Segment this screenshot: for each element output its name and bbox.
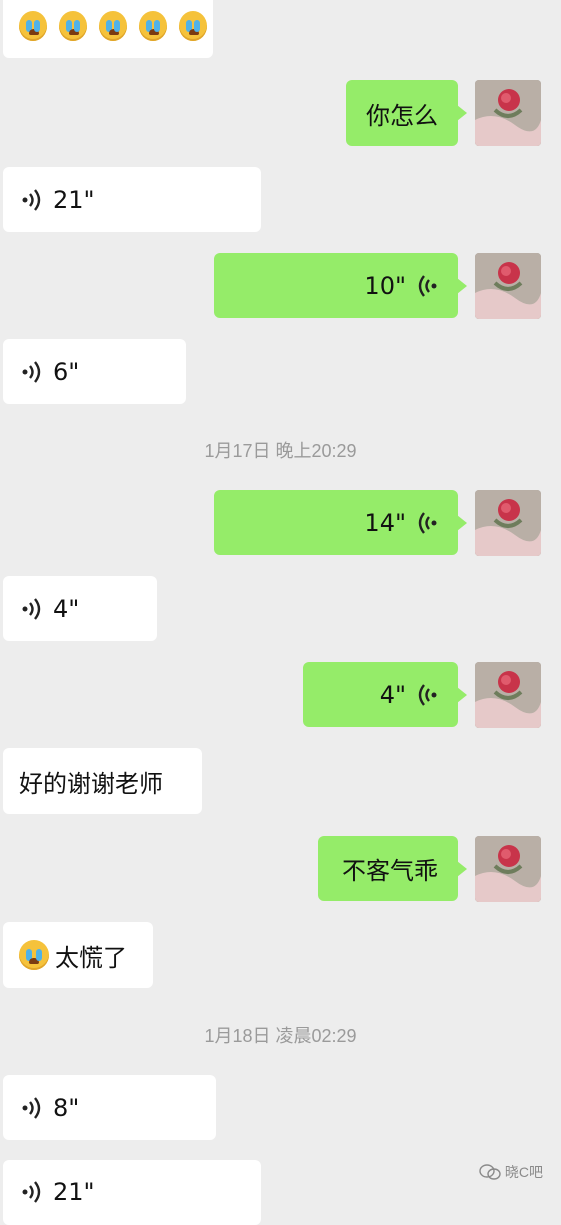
voice-message-outgoing[interactable]: 10"	[214, 253, 467, 318]
message-bubble-incoming[interactable]: 太慌了	[3, 922, 153, 988]
crying-face-icon	[99, 11, 127, 41]
voice-message-outgoing[interactable]: 4"	[303, 662, 467, 727]
message-text: 太慌了	[55, 943, 127, 972]
voice-wave-icon	[22, 1096, 41, 1119]
voice-wave-icon	[22, 1181, 41, 1203]
voice-message-incoming[interactable]: 6"	[3, 339, 186, 404]
voice-duration: 21"	[53, 1178, 95, 1206]
voice-wave-icon	[418, 683, 437, 706]
rose-avatar[interactable]	[475, 490, 541, 556]
chat-timestamp: 1月18日 凌晨02:29	[204, 1026, 357, 1046]
watermark: 晓C吧	[479, 1162, 543, 1182]
voice-message-incoming[interactable]: 21"	[3, 1160, 261, 1225]
message-emoji-row[interactable]	[3, 0, 213, 58]
voice-wave-icon	[418, 274, 437, 297]
voice-wave-icon	[418, 511, 437, 534]
message-text: 好的谢谢老师	[19, 769, 163, 798]
rose-avatar[interactable]	[475, 80, 541, 146]
voice-message-incoming[interactable]: 8"	[3, 1075, 216, 1140]
message-bubble-outgoing[interactable]: 不客气乖	[318, 836, 467, 901]
voice-duration: 21"	[53, 185, 95, 214]
crying-face-icon	[139, 11, 167, 41]
watermark-text: 晓C吧	[504, 1164, 543, 1180]
voice-message-incoming[interactable]: 4"	[3, 576, 157, 641]
wechat-logo-icon	[479, 1164, 501, 1180]
crying-face-icon	[19, 940, 49, 970]
voice-duration: 4"	[53, 594, 80, 623]
message-text: 不客气乖	[342, 857, 438, 885]
voice-wave-icon	[22, 597, 41, 620]
crying-face-icon	[179, 11, 207, 41]
rose-avatar[interactable]	[475, 836, 541, 902]
chat-timestamp: 1月17日 晚上20:29	[204, 441, 357, 461]
message-text: 你怎么	[366, 101, 438, 130]
voice-duration: 10"	[364, 271, 406, 300]
message-bubble-incoming[interactable]: 好的谢谢老师	[3, 748, 202, 814]
voice-duration: 8"	[53, 1093, 80, 1122]
voice-duration: 6"	[53, 357, 80, 386]
voice-wave-icon	[22, 188, 41, 211]
voice-message-outgoing[interactable]: 14"	[214, 490, 467, 555]
rose-avatar[interactable]	[475, 662, 541, 728]
voice-message-incoming[interactable]: 21"	[3, 167, 261, 232]
voice-duration: 4"	[379, 680, 406, 709]
message-bubble-outgoing[interactable]: 你怎么	[346, 80, 467, 146]
voice-duration: 14"	[364, 508, 406, 537]
crying-face-icon	[59, 11, 87, 41]
voice-wave-icon	[22, 360, 41, 383]
crying-face-icon	[19, 11, 47, 41]
rose-avatar[interactable]	[475, 253, 541, 319]
